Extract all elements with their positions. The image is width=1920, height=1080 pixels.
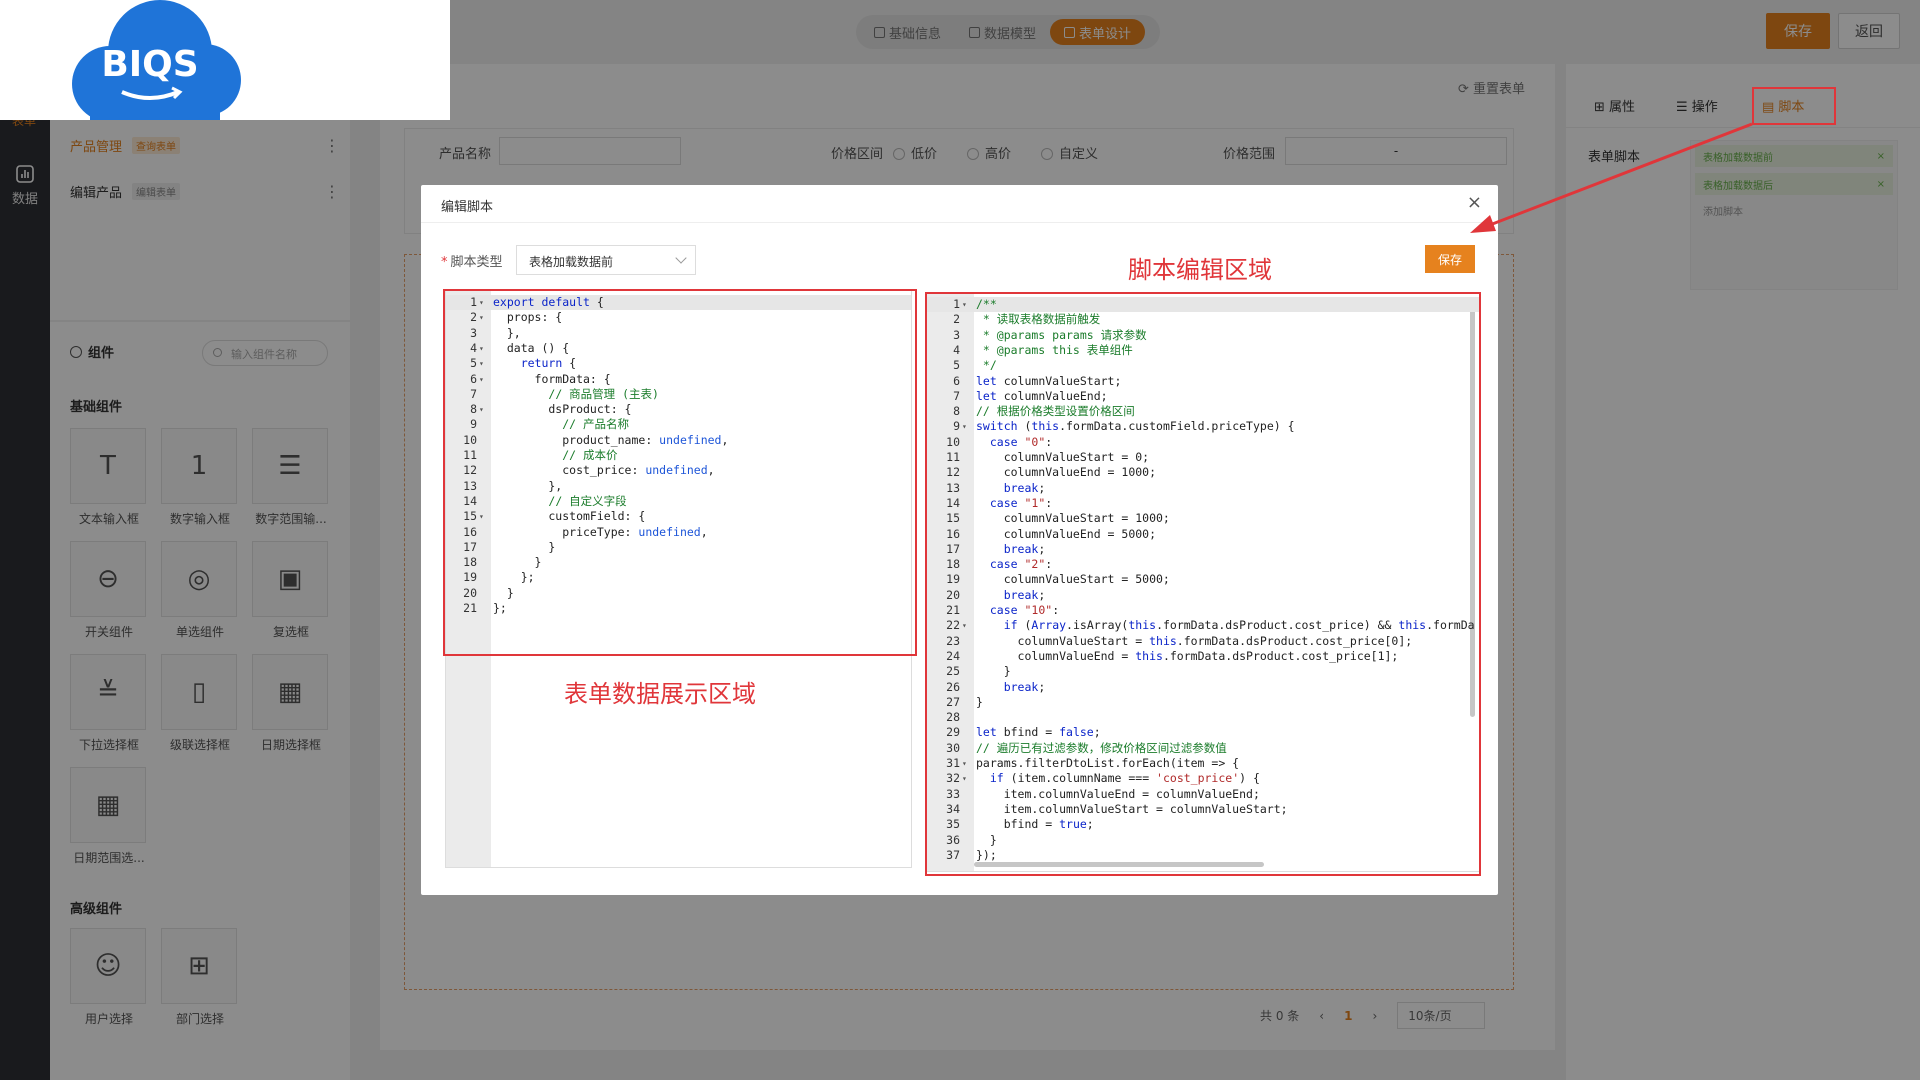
annotation-arrow	[1470, 122, 1753, 233]
